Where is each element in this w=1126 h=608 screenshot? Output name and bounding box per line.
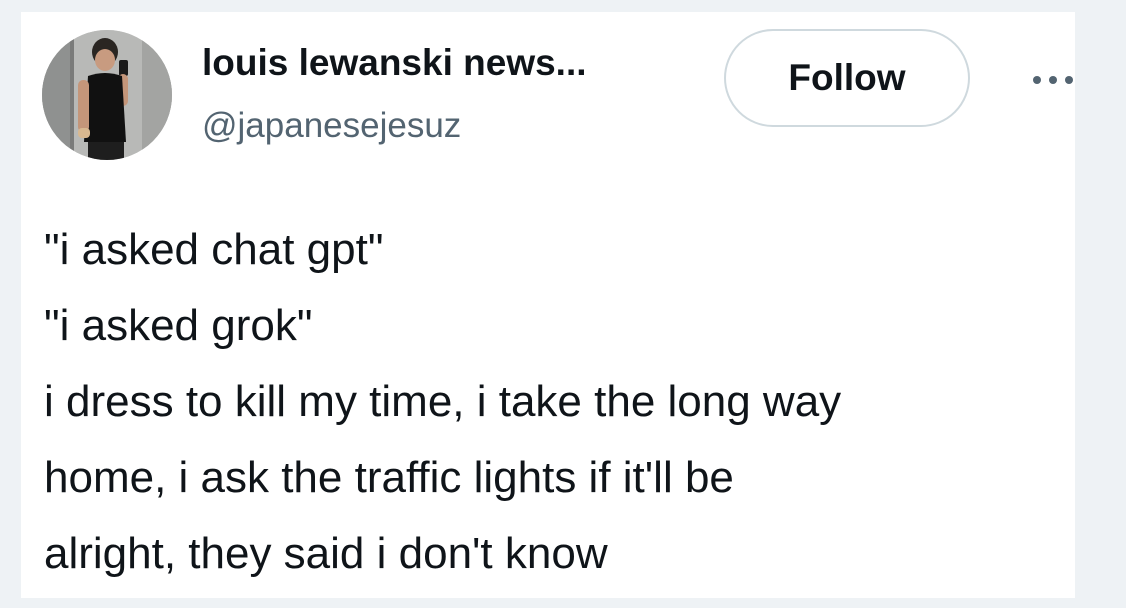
tweet-line: alright, they said i don't know <box>44 529 608 578</box>
follow-button[interactable]: Follow <box>724 29 970 127</box>
author-handle[interactable]: @japanesejesuz <box>202 106 461 146</box>
more-horizontal-icon[interactable] <box>1031 70 1075 90</box>
tweet-card: louis lewanski news... @japanesejesuz Fo… <box>21 12 1075 598</box>
tweet-line: "i asked grok" <box>44 301 313 350</box>
tweet-line: i dress to kill my time, i take the long… <box>44 377 842 426</box>
author-display-name[interactable]: louis lewanski news... <box>202 42 587 84</box>
avatar[interactable] <box>42 30 172 160</box>
tweet-line: home, i ask the traffic lights if it'll … <box>44 453 734 502</box>
tweet-text: "i asked chat gpt" "i asked grok" i dres… <box>44 212 1064 592</box>
tweet-line: "i asked chat gpt" <box>44 225 384 274</box>
profile-photo-icon <box>42 30 172 160</box>
